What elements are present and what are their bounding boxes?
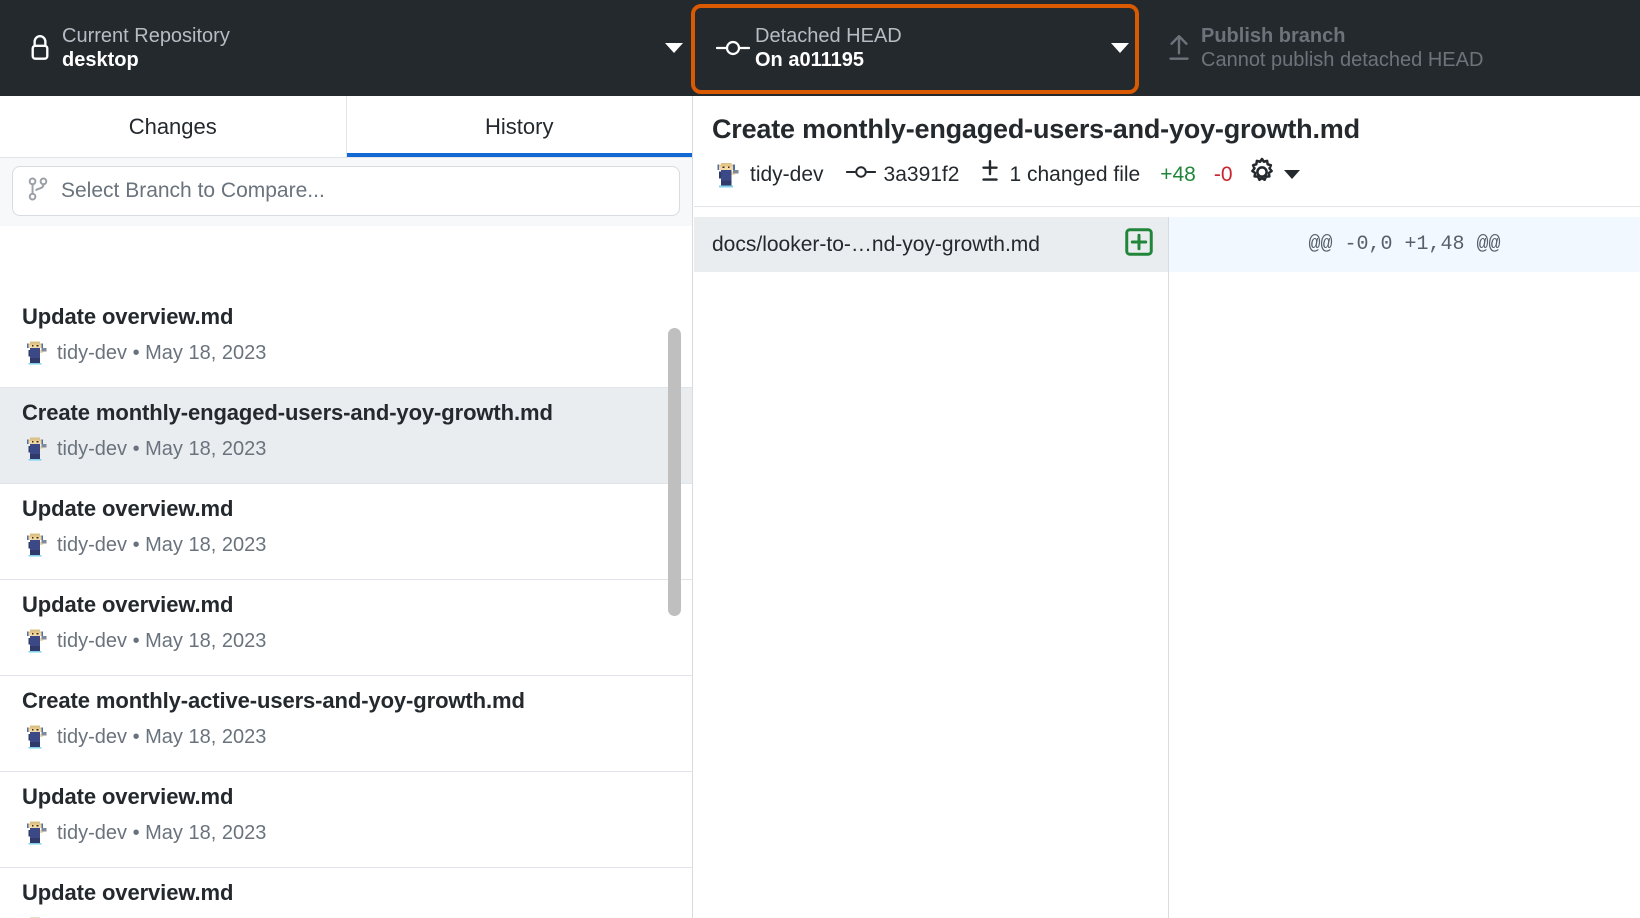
avatar (22, 436, 48, 462)
avatar (22, 532, 48, 558)
commit-item-title: Update overview.md (22, 880, 674, 906)
avatar (712, 161, 740, 189)
changed-file-row[interactable]: docs/looker-to-…nd-yoy-growth.md (694, 217, 1168, 272)
commit-list-item[interactable]: Create monthly-active-users-and-yoy-grow… (0, 676, 692, 772)
github-desktop-window: Current Repository desktop Detached HEAD… (0, 0, 1640, 918)
select-branch-to-compare-input[interactable]: Select Branch to Compare... (12, 166, 680, 216)
diff-hunk-header: @@ -0,0 +1,48 @@ (1169, 217, 1640, 272)
tab-changes-label: Changes (129, 114, 217, 140)
git-branch-icon (27, 177, 49, 206)
git-commit-icon (711, 38, 755, 58)
upload-icon (1157, 32, 1201, 64)
current-branch-button[interactable]: Detached HEAD On a011195 (693, 0, 1139, 96)
commit-item-title: Update overview.md (22, 304, 674, 330)
commit-item-title: Create monthly-engaged-users-and-yoy-gro… (22, 400, 674, 426)
avatar (22, 724, 48, 750)
commit-item-meta: tidy-dev • May 18, 2023 (22, 628, 674, 654)
compare-branch-area: Select Branch to Compare... (0, 158, 692, 226)
chevron-down-icon (1284, 170, 1300, 179)
changed-file-path: docs/looker-to-…nd-yoy-growth.md (712, 233, 1114, 257)
commit-item-author-date: tidy-dev • May 18, 2023 (57, 630, 266, 653)
lock-icon (18, 33, 62, 63)
avatar (22, 628, 48, 654)
commit-detail-panel: Create monthly-engaged-users-and-yoy-gro… (694, 96, 1640, 918)
commit-list-item[interactable]: Create monthly-engaged-users-and-yoy-gro… (0, 388, 692, 484)
chevron-down-icon (665, 43, 683, 53)
current-branch-value: On a011195 (755, 48, 902, 72)
commit-item-title: Update overview.md (22, 784, 674, 810)
commit-list-scrollbar[interactable] (668, 328, 681, 616)
git-commit-icon (846, 163, 876, 186)
select-branch-to-compare-placeholder: Select Branch to Compare... (61, 179, 325, 203)
changed-files-chunk: 1 changed file (979, 159, 1140, 190)
commit-summary: Create monthly-engaged-users-and-yoy-gro… (694, 96, 1640, 207)
current-repository-button[interactable]: Current Repository desktop (0, 0, 693, 96)
commit-item-meta: tidy-dev • May 18, 2023 (22, 724, 674, 750)
commit-options-button[interactable] (1247, 157, 1300, 192)
publish-branch-sublabel: Cannot publish detached HEAD (1201, 48, 1483, 72)
publish-branch-label: Publish branch (1201, 24, 1483, 48)
commit-item-meta: tidy-dev • May 18, 2023 (22, 820, 674, 846)
publish-branch-button[interactable]: Publish branch Cannot publish detached H… (1139, 0, 1640, 96)
app-toolbar: Current Repository desktop Detached HEAD… (0, 0, 1640, 96)
current-repository-label: Current Repository (62, 24, 230, 48)
commit-sha: 3a391f2 (884, 163, 960, 187)
tabs-bottom-border (0, 157, 692, 158)
avatar (22, 820, 48, 846)
commit-item-meta: tidy-dev • May 18, 2023 (22, 532, 674, 558)
diff-panes: docs/looker-to-…nd-yoy-growth.md @@ -0,0… (694, 217, 1640, 918)
diff-icon (979, 159, 1001, 190)
commit-list-item[interactable]: Update overview.md tidy-dev • May 18, 20… (0, 772, 692, 868)
commit-item-title: Update overview.md (22, 496, 674, 522)
commit-list[interactable]: Update overview.md tidy-dev • May 18, 20… (0, 292, 692, 918)
commit-summary-title: Create monthly-engaged-users-and-yoy-gro… (712, 114, 1640, 145)
commit-list-item[interactable]: Update overview.md tidy-dev • May 18, 20… (0, 580, 692, 676)
current-branch-label: Detached HEAD (755, 24, 902, 48)
commit-item-meta: tidy-dev • May 18, 2023 (22, 436, 674, 462)
commit-item-title: Create monthly-active-users-and-yoy-grow… (22, 688, 674, 714)
commit-list-item[interactable]: Update overview.md tidy-dev • May 18, 20… (0, 292, 692, 388)
tab-history[interactable]: History (347, 96, 693, 158)
commit-author: tidy-dev (750, 163, 824, 187)
commit-item-author-date: tidy-dev • May 18, 2023 (57, 726, 266, 749)
commit-item-title: Update overview.md (22, 592, 674, 618)
tab-history-label: History (485, 114, 553, 140)
deletions-count: -0 (1214, 163, 1233, 187)
commit-item-author-date: tidy-dev • May 18, 2023 (57, 342, 266, 365)
gear-icon (1247, 157, 1277, 192)
additions-count: +48 (1160, 163, 1196, 187)
commit-list-item[interactable]: Update overview.md tidy-dev • May 18, 20… (0, 868, 692, 918)
commit-item-author-date: tidy-dev • May 18, 2023 (57, 534, 266, 557)
sidebar: Changes History Select B (0, 96, 693, 918)
commit-item-meta: tidy-dev • May 18, 2023 (22, 340, 674, 366)
commit-item-author-date: tidy-dev • May 18, 2023 (57, 822, 266, 845)
sidebar-tabs: Changes History (0, 96, 692, 158)
changed-files-list[interactable]: docs/looker-to-…nd-yoy-growth.md (694, 217, 1169, 918)
tab-changes[interactable]: Changes (0, 96, 347, 158)
changed-files-count: 1 changed file (1009, 163, 1140, 187)
commit-list-item[interactable]: Update overview.md tidy-dev • May 18, 20… (0, 484, 692, 580)
chevron-down-icon (1111, 43, 1129, 53)
current-repository-value: desktop (62, 48, 230, 72)
diff-viewer[interactable]: @@ -0,0 +1,48 @@ (1169, 217, 1640, 918)
commit-item-author-date: tidy-dev • May 18, 2023 (57, 438, 266, 461)
commit-sha-chunk: 3a391f2 (846, 163, 960, 187)
commit-summary-meta: tidy-dev 3a391f2 (712, 157, 1640, 192)
avatar (22, 340, 48, 366)
added-plus-icon (1124, 227, 1154, 262)
